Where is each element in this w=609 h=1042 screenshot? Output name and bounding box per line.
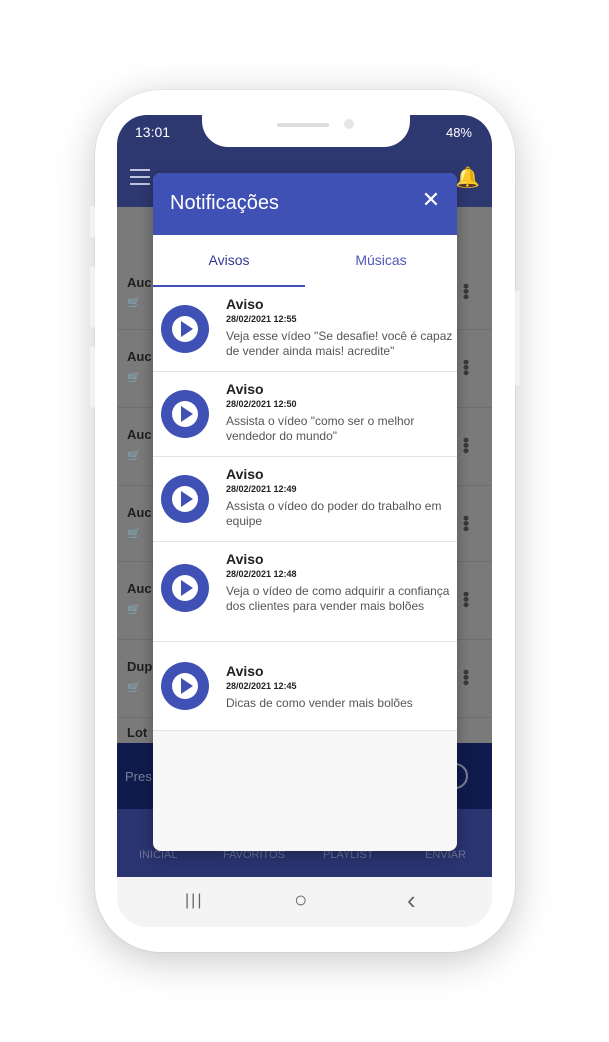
- notification-list: Aviso 28/02/2021 12:55 Veja esse vídeo "…: [153, 287, 457, 731]
- status-battery: 48%: [445, 125, 472, 140]
- recents-button[interactable]: |||: [185, 892, 203, 910]
- list-item-title: Auc: [127, 427, 152, 442]
- phone-screen: 13:01 48% 🔔 Auc 🛒 ••• Auc 🛒 ••• Auc 🛒 ••…: [117, 115, 492, 927]
- phone-power-button: [515, 290, 520, 386]
- notification-title: Aviso: [226, 296, 264, 312]
- list-item-title: Auc: [127, 275, 152, 290]
- notification-item[interactable]: Aviso 28/02/2021 12:50 Assista o vídeo "…: [153, 372, 457, 457]
- close-icon[interactable]: ✕: [419, 189, 443, 211]
- more-vert-icon[interactable]: •••: [455, 515, 476, 531]
- player-title: Pres: [125, 769, 152, 784]
- notification-item[interactable]: Aviso 28/02/2021 12:49 Assista o vídeo d…: [153, 457, 457, 542]
- tab-musicas[interactable]: Músicas: [305, 235, 457, 287]
- play-icon: [161, 390, 209, 438]
- notification-title: Aviso: [226, 381, 264, 397]
- phone-side-button: [90, 206, 95, 238]
- more-vert-icon[interactable]: •••: [455, 669, 476, 685]
- dialog-title: Notificações: [170, 192, 279, 214]
- notifications-dialog: Notificações ✕ Avisos Músicas Aviso 28/0…: [153, 173, 457, 851]
- notification-item[interactable]: Aviso 28/02/2021 12:48 Veja o vídeo de c…: [153, 542, 457, 642]
- speaker-grille: [277, 123, 329, 127]
- front-camera: [344, 119, 354, 129]
- cart-icon: 🛒: [127, 372, 141, 384]
- notch: [202, 115, 410, 147]
- list-item-title: Dup: [127, 659, 153, 674]
- tab-avisos[interactable]: Avisos: [153, 235, 305, 287]
- more-vert-icon[interactable]: •••: [455, 437, 476, 453]
- notification-body: Dicas de como vender mais bolões: [226, 696, 413, 710]
- list-item-title: Auc: [127, 505, 152, 520]
- play-icon: [161, 305, 209, 353]
- notification-title: Aviso: [226, 466, 264, 482]
- menu-icon[interactable]: [130, 169, 150, 190]
- notification-title: Aviso: [226, 551, 264, 567]
- cart-icon: 🛒: [127, 450, 141, 462]
- more-vert-icon[interactable]: •••: [455, 283, 476, 299]
- status-time: 13:01: [135, 124, 171, 140]
- play-icon: [161, 564, 209, 612]
- back-button[interactable]: ‹: [407, 885, 416, 916]
- cart-icon: 🛒: [127, 604, 141, 616]
- notification-body: Veja o vídeo de como adquirir a confianç…: [226, 584, 450, 613]
- play-icon: [161, 475, 209, 523]
- notification-body: Assista o vídeo "como ser o melhor vende…: [226, 414, 415, 443]
- notification-date: 28/02/2021 12:49: [226, 484, 297, 494]
- list-item-title: Auc: [127, 349, 152, 364]
- notification-item[interactable]: Aviso 28/02/2021 12:45 Dicas de como ven…: [153, 642, 457, 731]
- notification-date: 28/02/2021 12:55: [226, 314, 297, 324]
- home-button[interactable]: ○: [294, 887, 307, 913]
- more-vert-icon[interactable]: •••: [455, 591, 476, 607]
- notification-date: 28/02/2021 12:45: [226, 681, 297, 691]
- cart-icon: 🛒: [127, 682, 141, 694]
- notification-item[interactable]: Aviso 28/02/2021 12:55 Veja esse vídeo "…: [153, 287, 457, 372]
- dialog-header: Notificações ✕: [153, 173, 457, 235]
- notification-title: Aviso: [226, 663, 264, 679]
- more-vert-icon[interactable]: •••: [455, 359, 476, 375]
- cart-icon: 🛒: [127, 528, 141, 540]
- list-item-title: Auc: [127, 581, 152, 596]
- play-icon: [161, 662, 209, 710]
- notification-date: 28/02/2021 12:50: [226, 399, 297, 409]
- tab-bar: Avisos Músicas: [153, 235, 457, 287]
- notification-date: 28/02/2021 12:48: [226, 569, 297, 579]
- notification-body: Veja esse vídeo "Se desafie! você é capa…: [226, 329, 453, 358]
- system-navigation: ||| ○ ‹: [117, 877, 492, 927]
- bell-icon[interactable]: 🔔: [455, 165, 480, 190]
- phone-volume-down: [90, 346, 95, 408]
- list-item-title: Lot: [127, 725, 148, 740]
- notification-body: Assista o vídeo do poder do trabalho em …: [226, 499, 442, 528]
- cart-icon: 🛒: [127, 297, 141, 309]
- phone-volume-up: [90, 266, 95, 328]
